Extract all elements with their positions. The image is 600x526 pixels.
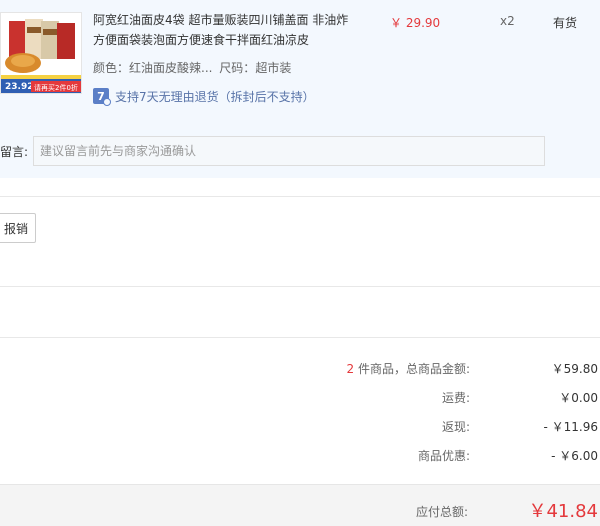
discount-row: 商品优惠: - ￥6.00 xyxy=(300,446,598,466)
items-total-label: 2 件商品，总商品金额: xyxy=(347,359,471,379)
discount-label: 商品优惠: xyxy=(417,449,470,463)
thumbnail-badge-price: 23.92 xyxy=(5,82,33,92)
items-total-row: 2 件商品，总商品金额: ￥59.80 xyxy=(300,359,599,379)
size-label: 尺码： xyxy=(219,61,256,75)
product-thumbnail[interactable]: 23.92 请再买2件0折 xyxy=(0,12,82,94)
cashback-value: - ￥11.96 xyxy=(543,420,599,434)
return-policy-text: 支持7天无理由退货（拆封后不支持） xyxy=(115,89,315,104)
order-item-panel: 23.92 请再买2件0折 阿宽红油面皮4袋 超市量贩装四川铺盖面 非油炸方便面… xyxy=(0,0,600,178)
items-count: 2 xyxy=(346,362,355,376)
discount-value: - ￥6.00 xyxy=(551,449,598,463)
thumbnail-badge-text: 请再买2件0折 xyxy=(34,83,78,92)
seven-day-return-icon: 7 xyxy=(93,88,111,106)
product-price: ￥ 29.90 xyxy=(390,16,441,30)
message-label: 留言: xyxy=(0,145,29,159)
divider xyxy=(0,196,600,197)
divider xyxy=(0,286,600,287)
size-value: 超市装 xyxy=(255,61,292,75)
shipping-row: 运费: ￥0.00 xyxy=(300,388,598,408)
message-input[interactable] xyxy=(33,136,545,166)
return-policy: 7 支持7天无理由退货（拆封后不支持） xyxy=(93,87,315,106)
product-attributes: 颜色：红油面皮酸辣... 尺码：超市装 xyxy=(93,58,291,78)
stock-status: 有货 xyxy=(553,16,578,30)
color-label: 颜色： xyxy=(93,61,130,75)
product-title[interactable]: 阿宽红油面皮4袋 超市量贩装四川铺盖面 非油炸方便面袋装泡面方便速食干拌面红油凉… xyxy=(93,10,355,50)
items-total-value: ￥59.80 xyxy=(551,362,598,376)
items-label-suffix: 件商品，总商品金额: xyxy=(354,362,470,376)
total-bar: 应付总额: ￥41.84 xyxy=(0,484,600,526)
reimburse-button[interactable]: 报销 xyxy=(0,213,36,243)
product-quantity: x2 xyxy=(500,14,515,28)
shipping-value: ￥0.00 xyxy=(559,391,598,405)
shipping-label: 运费: xyxy=(441,391,470,405)
total-label: 应付总额: xyxy=(415,505,468,519)
color-value: 红油面皮酸辣... xyxy=(129,61,213,75)
total-value: ￥41.84 xyxy=(528,501,598,522)
product-image: 23.92 请再买2件0折 xyxy=(1,13,81,93)
cashback-row: 返现: - ￥11.96 xyxy=(300,417,598,437)
divider xyxy=(0,337,600,338)
cashback-label: 返现: xyxy=(441,420,470,434)
